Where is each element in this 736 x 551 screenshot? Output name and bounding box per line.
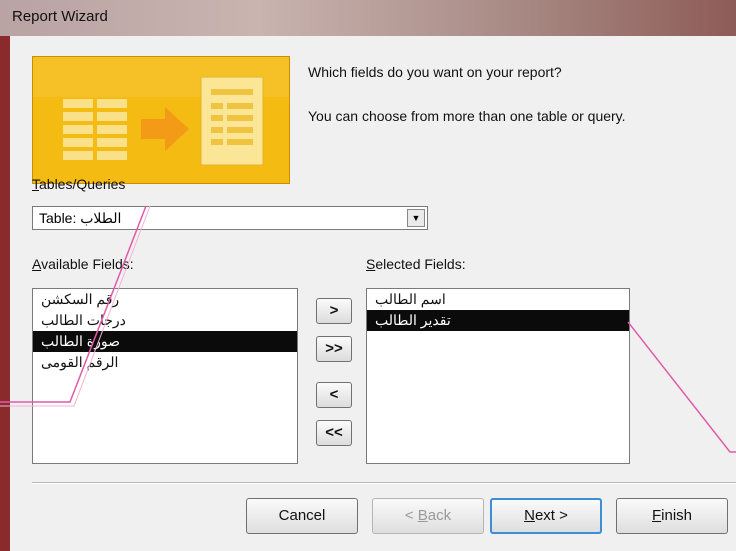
selected-field-item[interactable]: اسم الطالب: [367, 289, 629, 310]
finish-button[interactable]: Finish: [616, 498, 728, 534]
remove-field-button[interactable]: <: [316, 382, 352, 408]
tables-queries-combo[interactable]: Table: الطلاب ▼: [32, 206, 428, 230]
cancel-button[interactable]: Cancel: [246, 498, 358, 534]
back-button[interactable]: < Back: [372, 498, 484, 534]
report-wizard-window: Report Wizard Which fields do you want o…: [0, 0, 736, 551]
wizard-body: Which fields do you want on your report?…: [10, 36, 736, 551]
dropdown-arrow-icon[interactable]: ▼: [407, 209, 425, 227]
tables-queries-label: Tables/Queries: [32, 176, 126, 192]
wizard-question: Which fields do you want on your report?: [308, 64, 562, 80]
window-title: Report Wizard: [12, 8, 108, 25]
tables-queries-value: Table: الطلاب: [39, 210, 122, 226]
available-field-item[interactable]: رقم السكشن: [33, 289, 297, 310]
next-button[interactable]: Next >: [490, 498, 602, 534]
wizard-illustration: [32, 56, 290, 184]
selected-field-item-selected[interactable]: تقدير الطالب: [367, 310, 629, 331]
available-fields-list[interactable]: رقم السكشن درجات الطالب صورة الطالب الرق…: [32, 288, 298, 464]
wizard-hint: You can choose from more than one table …: [308, 108, 626, 124]
available-field-item-selected[interactable]: صورة الطالب: [33, 331, 297, 352]
selected-fields-list[interactable]: اسم الطالب تقدير الطالب: [366, 288, 630, 464]
add-field-button[interactable]: >: [316, 298, 352, 324]
available-fields-label: Available Fields:: [32, 256, 134, 272]
title-bar[interactable]: Report Wizard: [0, 0, 736, 36]
add-all-fields-button[interactable]: >>: [316, 336, 352, 362]
table-to-report-icon: [33, 57, 289, 183]
remove-all-fields-button[interactable]: <<: [316, 420, 352, 446]
available-field-item[interactable]: الرقم القومى: [33, 352, 297, 373]
available-field-item[interactable]: درجات الطالب: [33, 310, 297, 331]
button-separator: [32, 482, 736, 484]
selected-fields-label: Selected Fields:: [366, 256, 466, 272]
